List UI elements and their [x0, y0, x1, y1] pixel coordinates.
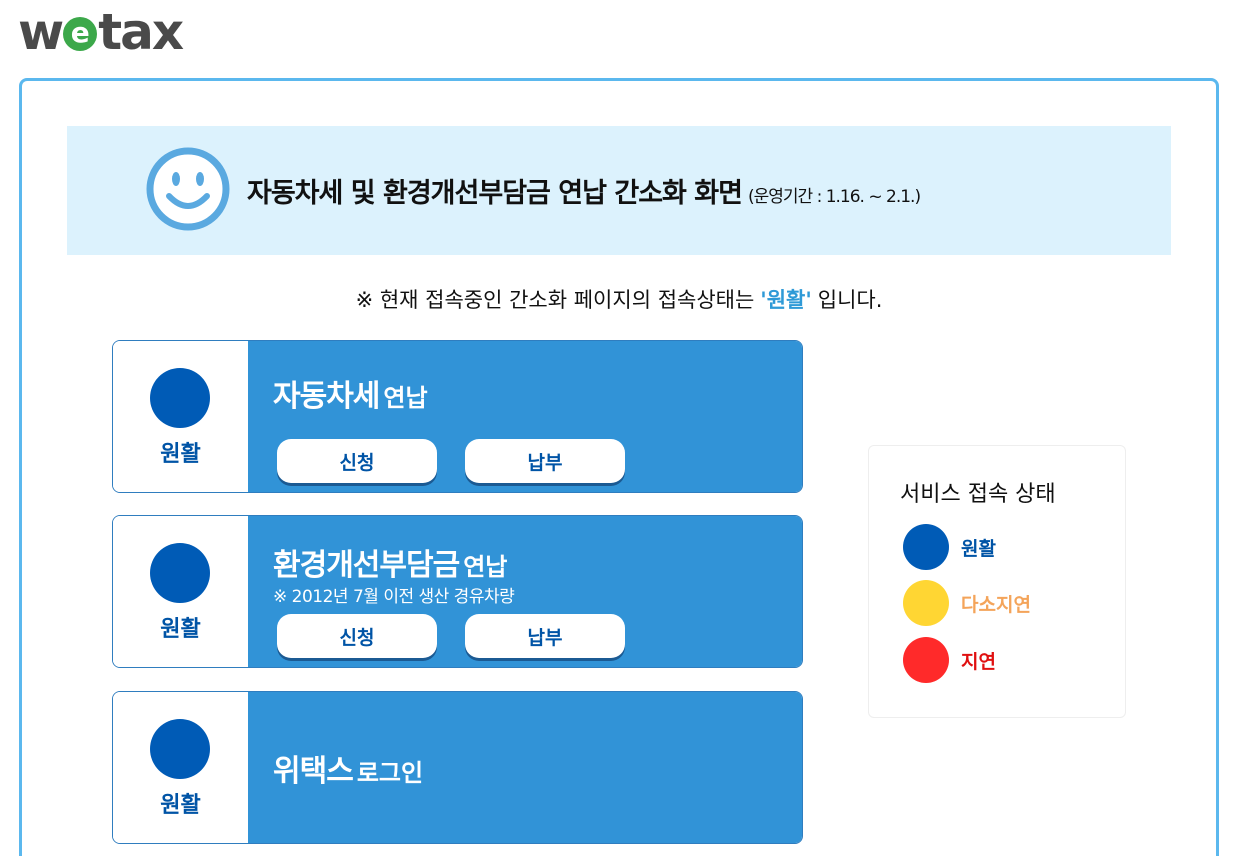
logo-e-icon: e: [63, 17, 98, 51]
status-dot-ok-icon: [150, 368, 210, 428]
status-label: 원활: [160, 442, 201, 467]
logo-text-prefix: w: [18, 3, 64, 61]
card-title-main: 환경개선부담금: [273, 548, 460, 583]
pay-button[interactable]: 납부: [465, 614, 625, 658]
operation-period: (운영기간 : 1.16. ~ 2.1.): [747, 187, 921, 207]
legend-item-delayed: 지연: [903, 637, 996, 683]
card-body[interactable]: 위택스 로그인: [248, 692, 802, 843]
legend-label: 다소지연: [961, 593, 1031, 616]
status-dot-ok-icon: [150, 719, 210, 779]
status-column: 원활: [113, 692, 248, 843]
legend-label: 원활: [961, 537, 996, 560]
legend-item-ok: 원활: [903, 524, 996, 570]
card-title: 환경개선부담금 연납: [273, 540, 507, 584]
legend-title: 서비스 접속 상태: [900, 482, 1056, 507]
status-label: 원활: [160, 617, 201, 642]
notice-suffix: 입니다.: [817, 288, 883, 312]
card-environment-charge: 원활 환경개선부담금 연납 ※ 2012년 7월 이전 생산 경유차량 신청 납부: [112, 515, 803, 668]
card-wetax-login[interactable]: 원활 위택스 로그인: [112, 691, 803, 844]
status-label: 원활: [160, 793, 201, 818]
card-title: 자동차세 연납: [273, 371, 428, 415]
page-title-text: 자동차세 및 환경개선부담금 연납 간소화 화면: [247, 178, 743, 209]
card-subnote: ※ 2012년 7월 이전 생산 경유차량: [273, 587, 515, 607]
card-title-sub: 연납: [383, 384, 428, 412]
status-dot-slow-icon: [903, 580, 949, 626]
status-column: 원활: [113, 341, 248, 492]
status-dot-delayed-icon: [903, 637, 949, 683]
legend-label: 지연: [961, 650, 996, 673]
page-title: 자동차세 및 환경개선부담금 연납 간소화 화면 (운영기간 : 1.16. ~ …: [247, 171, 921, 210]
apply-button[interactable]: 신청: [277, 439, 437, 483]
title-banner: 자동차세 및 환경개선부담금 연납 간소화 화면 (운영기간 : 1.16. ~ …: [67, 126, 1171, 255]
card-title-sub: 로그인: [356, 759, 424, 787]
smiley-icon: [146, 147, 230, 231]
apply-button[interactable]: 신청: [277, 614, 437, 658]
status-dot-ok-icon: [150, 543, 210, 603]
card-title-main: 위택스: [273, 754, 354, 789]
card-title-main: 자동차세: [273, 379, 380, 414]
logo-text-suffix: tax: [98, 3, 184, 61]
connection-notice: ※ 현재 접속중인 간소화 페이지의 접속상태는 '원활' 입니다.: [0, 284, 1238, 314]
card-title[interactable]: 위택스 로그인: [273, 746, 423, 790]
status-legend: 서비스 접속 상태 원활 다소지연 지연: [868, 445, 1126, 718]
wetax-logo[interactable]: w e tax: [18, 3, 184, 61]
card-vehicle-tax: 원활 자동차세 연납 신청 납부: [112, 340, 803, 493]
notice-status: '원활': [760, 288, 812, 312]
status-dot-ok-icon: [903, 524, 949, 570]
pay-button[interactable]: 납부: [465, 439, 625, 483]
card-title-sub: 연납: [463, 553, 508, 581]
card-body: 환경개선부담금 연납 ※ 2012년 7월 이전 생산 경유차량 신청 납부: [248, 516, 802, 667]
status-column: 원활: [113, 516, 248, 667]
legend-item-slow: 다소지연: [903, 580, 1031, 626]
notice-prefix: ※ 현재 접속중인 간소화 페이지의 접속상태는: [355, 288, 755, 312]
card-body: 자동차세 연납 신청 납부: [248, 341, 802, 492]
